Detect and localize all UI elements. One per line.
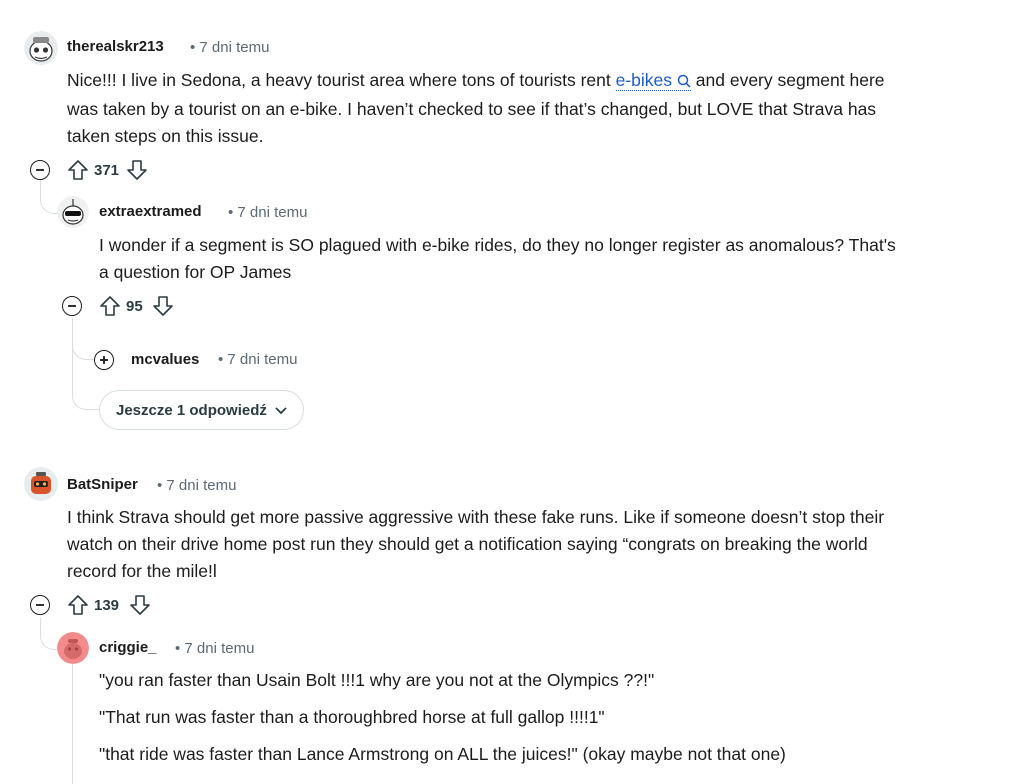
comment-text: a question for OP James	[99, 262, 292, 282]
avatar[interactable]	[57, 632, 89, 664]
comment-body: I think Strava should get more passive a…	[67, 504, 1007, 585]
comment-text: and every segment here	[690, 70, 885, 90]
comment-paragraph: "you ran faster than Usain Bolt !!!1 why…	[99, 670, 655, 690]
more-replies-label: Jeszcze 1 odpowiedź	[116, 401, 267, 419]
thread-line	[72, 664, 73, 784]
avatar[interactable]	[24, 31, 58, 65]
comment-text: record for the mile!l	[67, 561, 217, 581]
comment-author[interactable]: BatSniper	[67, 476, 138, 493]
comment-text: watch on their drive home post run they …	[67, 534, 868, 554]
comment-timestamp[interactable]: • 7 dni temu	[218, 351, 297, 368]
arrow-down-icon	[130, 595, 150, 615]
avatar[interactable]	[57, 196, 89, 228]
arrow-up-icon	[100, 296, 120, 316]
comment-timestamp[interactable]: • 7 dni temu	[175, 640, 254, 657]
comment-author[interactable]: criggie_	[99, 639, 157, 656]
arrow-down-icon	[153, 296, 173, 316]
downvote-button[interactable]	[126, 159, 148, 181]
minus-circle-icon	[68, 305, 76, 307]
upvote-button[interactable]	[67, 594, 89, 616]
search-icon	[677, 69, 691, 96]
arrow-up-icon	[68, 160, 88, 180]
comment-paragraph: "that ride was faster than Lance Armstro…	[99, 744, 786, 764]
comment-body: I wonder if a segment is SO plagued with…	[99, 232, 1009, 286]
chevron-down-icon	[275, 402, 287, 419]
vote-count: 139	[94, 597, 120, 614]
comment-text: I wonder if a segment is SO plagued with…	[99, 235, 896, 255]
comment-text: Nice!!! I live in Sedona, a heavy touris…	[67, 70, 616, 90]
comment-body: "you ran faster than Usain Bolt !!!1 why…	[99, 667, 1009, 768]
comment-timestamp[interactable]: • 7 dni temu	[190, 39, 269, 56]
arrow-down-icon	[127, 160, 147, 180]
vote-count: 371	[94, 162, 120, 179]
plus-circle-icon	[100, 356, 108, 364]
collapse-thread-button[interactable]	[30, 595, 50, 615]
more-replies-button[interactable]: Jeszcze 1 odpowiedź	[99, 390, 304, 430]
minus-circle-icon	[36, 604, 44, 606]
search-link[interactable]: e-bikes	[615, 70, 691, 91]
upvote-button[interactable]	[67, 159, 89, 181]
comment-text: was taken by a tourist on an e-bike. I h…	[67, 99, 877, 119]
comment-paragraph: "That run was faster than a thoroughbred…	[99, 707, 605, 727]
avatar[interactable]	[24, 467, 58, 501]
comment-author[interactable]: extraextramed	[99, 203, 202, 220]
comment-text: I think Strava should get more passive a…	[67, 507, 885, 527]
arrow-up-icon	[68, 595, 88, 615]
thread-curve	[72, 330, 94, 360]
collapse-thread-button[interactable]	[30, 160, 50, 180]
search-link-label[interactable]: e-bikes	[616, 70, 672, 90]
downvote-button[interactable]	[152, 295, 174, 317]
minus-circle-icon	[36, 169, 44, 171]
comment-body: Nice!!! I live in Sedona, a heavy touris…	[67, 67, 1007, 150]
comment-author[interactable]: therealskr213	[67, 38, 164, 55]
comment-text: taken steps on this issue.	[67, 126, 264, 146]
downvote-button[interactable]	[129, 594, 151, 616]
vote-count: 95	[126, 298, 143, 315]
collapse-thread-button[interactable]	[62, 296, 82, 316]
expand-thread-button[interactable]	[94, 350, 114, 370]
comment-timestamp[interactable]: • 7 dni temu	[157, 477, 236, 494]
comment-author[interactable]: mcvalues	[131, 351, 199, 368]
upvote-button[interactable]	[99, 295, 121, 317]
comment-timestamp[interactable]: • 7 dni temu	[228, 204, 307, 221]
thread-curve	[72, 370, 99, 410]
